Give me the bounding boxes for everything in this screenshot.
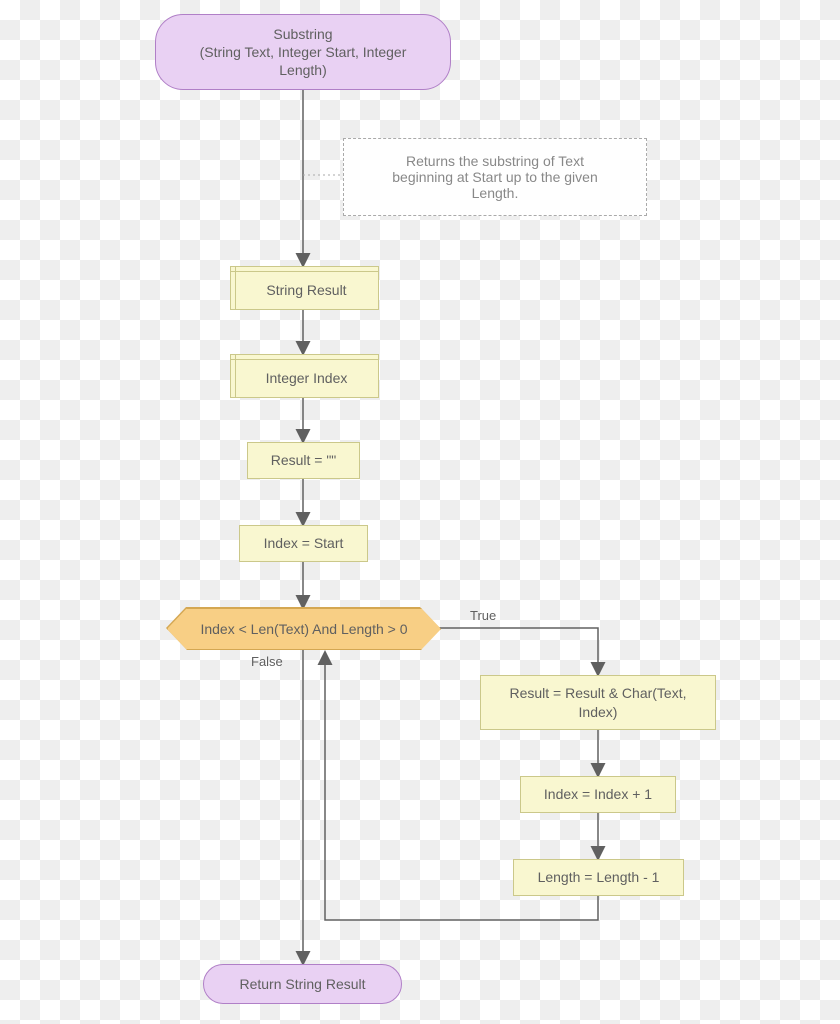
process-inc-index: Index = Index + 1 — [520, 776, 676, 813]
comment-line1: Returns the substring of Text — [392, 153, 597, 169]
start-line1: Substring — [200, 25, 407, 43]
declare-result: String Result — [230, 266, 379, 310]
terminator-return: Return String Result — [203, 964, 402, 1004]
append-line1: Result = Result & Char(Text, — [509, 684, 686, 702]
assign-index-text: Index = Start — [264, 534, 344, 552]
process-assign-index: Index = Start — [239, 525, 368, 562]
append-line2: Index) — [509, 703, 686, 721]
assign-result-text: Result = "" — [271, 451, 337, 469]
comment-box: Returns the substring of Text beginning … — [343, 138, 647, 216]
declare-result-text: String Result — [235, 271, 378, 309]
start-line3: Length) — [200, 61, 407, 79]
declare-index-text: Integer Index — [235, 359, 378, 397]
label-false: False — [251, 654, 283, 669]
declare-index: Integer Index — [230, 354, 379, 398]
decision-condition: Index < Len(Text) And Length > 0 — [167, 608, 441, 650]
comment-line3: Length. — [392, 185, 597, 201]
terminator-start: Substring (String Text, Integer Start, I… — [155, 14, 451, 90]
decision-text: Index < Len(Text) And Length > 0 — [200, 621, 407, 637]
process-append: Result = Result & Char(Text, Index) — [480, 675, 716, 730]
dec-length-text: Length = Length - 1 — [538, 868, 660, 886]
return-text: Return String Result — [239, 975, 365, 993]
label-true: True — [470, 608, 496, 623]
inc-index-text: Index = Index + 1 — [544, 785, 652, 803]
process-assign-result: Result = "" — [247, 442, 360, 479]
comment-line2: beginning at Start up to the given — [392, 169, 597, 185]
process-dec-length: Length = Length - 1 — [513, 859, 684, 896]
start-line2: (String Text, Integer Start, Integer — [200, 43, 407, 61]
